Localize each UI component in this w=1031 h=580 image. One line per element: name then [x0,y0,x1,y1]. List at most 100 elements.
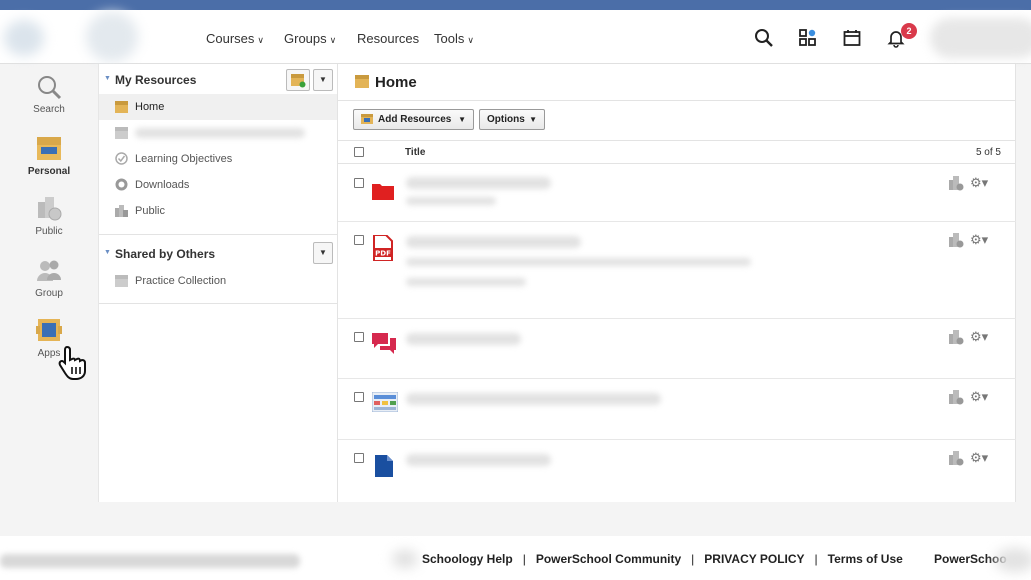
item-count: 5 of 5 [975,147,1001,158]
footer-links: Schoology Help | PowerSchool Community | PRI… [422,552,903,566]
blurred-footer-left [0,554,300,568]
add-collection-button[interactable] [286,69,310,91]
blurred-description [406,258,751,266]
user-avatar[interactable] [930,18,1031,58]
public-icon [115,205,128,217]
nav-resources[interactable]: Resources [357,31,419,46]
row-checkbox[interactable] [354,453,364,463]
table-row[interactable]: ⚙▾ [338,379,1016,440]
add-collection-icon [291,74,306,88]
collection-icon [115,275,128,287]
shared-by-others-header: ▼ Shared by Others ▼ [99,238,338,268]
rail-item-personal[interactable]: Personal [0,134,98,177]
gear-icon[interactable]: ⚙▾ [970,175,988,191]
blurred-subtitle [406,197,496,205]
table-header: Title 5 of 5 [338,140,1016,164]
my-resources-menu-button[interactable]: ▼ [313,69,333,91]
row-actions: ⚙▾ [948,232,996,248]
nav-tools[interactable]: Tools ∨ [434,31,474,46]
pdf-icon: PDF [373,235,393,261]
row-checkbox[interactable] [354,332,364,342]
group-icon [37,260,61,281]
select-all-checkbox[interactable] [354,147,364,157]
svg-text:PDF: PDF [375,250,391,258]
tree-item-home[interactable]: Home [99,94,337,120]
sharing-icon[interactable] [948,329,964,345]
add-resources-icon [361,114,373,124]
school-logo[interactable] [86,12,138,62]
calendar-icon[interactable] [842,28,862,48]
top-stripe [0,0,1031,10]
chevron-down-icon: ∨ [329,35,337,45]
tree-item-blurred-collection[interactable] [99,120,337,146]
shared-menu-button[interactable]: ▼ [313,242,333,264]
page-title: Home [375,74,417,91]
gear-icon[interactable]: ⚙▾ [970,232,988,248]
add-resources-button[interactable]: Add Resources ▼ [353,109,474,130]
blurred-text [135,128,305,138]
search-icon[interactable] [754,28,774,48]
blurred-title [406,454,551,466]
sharing-icon[interactable] [948,175,964,191]
main-toolbar: Add Resources ▼ Options ▼ [338,100,1016,136]
row-checkbox[interactable] [354,178,364,188]
gear-icon[interactable]: ⚙▾ [970,329,988,345]
sharing-icon[interactable] [948,389,964,405]
row-actions: ⚙▾ [948,389,996,405]
blurred-title [406,177,551,189]
personal-resources-icon [37,137,61,160]
blurred-description [406,278,526,286]
image-icon [372,392,398,412]
rail-item-public[interactable]: Public [0,194,98,237]
collapse-caret-icon[interactable]: ▼ [104,75,111,82]
footer-link-terms[interactable]: Terms of Use [828,552,903,566]
tree-item-learning-objectives[interactable]: Learning Objectives [99,146,337,172]
collapse-caret-icon[interactable]: ▼ [104,249,111,256]
gear-icon[interactable]: ⚙▾ [970,450,988,466]
apps-grid-icon[interactable] [798,28,818,48]
section-divider [99,234,338,235]
resources-tree-panel: ▼ My Resources ▼ Home Learning Objective… [98,64,338,502]
options-button[interactable]: Options ▼ [479,109,545,130]
row-checkbox[interactable] [354,392,364,402]
notification-badge: 2 [901,23,917,39]
caret-down-icon: ▼ [529,115,537,124]
row-checkbox[interactable] [354,235,364,245]
chevron-down-icon: ∨ [257,35,265,45]
table-row[interactable]: ⚙▾ [338,165,1016,222]
footer-link-community[interactable]: PowerSchool Community [536,552,681,566]
sharing-icon[interactable] [948,450,964,466]
tree-item-downloads[interactable]: Downloads [99,172,337,198]
footer-link-privacy[interactable]: PRIVACY POLICY [704,552,804,566]
logo-blur [4,20,44,56]
gear-icon[interactable]: ⚙▾ [970,389,988,405]
objectives-icon [115,152,128,165]
page-footer: Schoology Help | PowerSchool Community | PRI… [0,536,1031,580]
nav-groups[interactable]: Groups ∨ [284,31,336,46]
footer-right-blur [995,548,1031,572]
sharing-icon[interactable] [948,232,964,248]
apps-icon [36,319,62,341]
table-row[interactable]: ⚙▾ [338,319,1016,379]
resource-type-rail: Search Personal Public Group Apps [0,64,98,534]
blurred-title [406,393,661,405]
nav-courses[interactable]: Courses ∨ [206,31,264,46]
top-header: Courses ∨ Groups ∨ Resources Tools ∨ 2 [0,10,1031,64]
collection-icon [115,127,128,139]
blurred-title [406,333,521,345]
discussion-icon [372,333,396,354]
row-actions: ⚙▾ [948,450,996,466]
footer-link-help[interactable]: Schoology Help [422,552,513,566]
collection-icon [355,75,369,88]
rail-item-search[interactable]: Search [0,74,98,115]
rail-item-group[interactable]: Group [0,256,98,299]
public-icon [38,197,62,221]
table-row[interactable]: ⚙▾ [338,440,1016,501]
blurred-title [406,236,581,248]
tree-item-practice-collection[interactable]: Practice Collection [99,268,337,294]
resources-main-panel: Home Add Resources ▼ Options ▼ Title 5 of … [338,64,1016,502]
tree-item-public[interactable]: Public [99,198,337,224]
caret-down-icon: ▼ [458,115,466,124]
footer-logo [392,550,418,568]
table-row[interactable]: PDF ⚙▾ [338,222,1016,319]
